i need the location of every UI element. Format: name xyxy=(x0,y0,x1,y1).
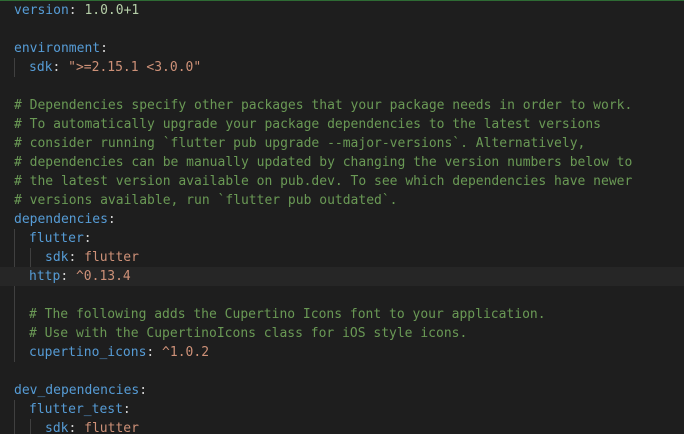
yaml-comment: # consider running `flutter pub upgrade … xyxy=(14,136,586,151)
yaml-comment: # dependencies can be manually updated b… xyxy=(14,155,633,170)
code-line[interactable]: # versions available, run `flutter pub o… xyxy=(0,191,684,210)
code-line[interactable]: version: 1.0.0+1 xyxy=(0,1,684,20)
yaml-key: sdk xyxy=(29,60,53,75)
yaml-comment: # Dependencies specify other packages th… xyxy=(14,98,633,113)
code-line[interactable]: flutter_test: xyxy=(0,400,684,419)
yaml-comment: # The following adds the Cupertino Icons… xyxy=(29,307,546,322)
yaml-comment: # versions available, run `flutter pub o… xyxy=(14,193,398,208)
yaml-key: version xyxy=(14,3,69,18)
code-line[interactable]: sdk: flutter xyxy=(0,419,684,434)
code-line[interactable]: sdk: flutter xyxy=(0,248,684,267)
yaml-colon: : xyxy=(107,212,116,227)
code-line[interactable]: # the latest version available on pub.de… xyxy=(0,172,684,191)
code-line[interactable]: # To automatically upgrade your package … xyxy=(0,115,684,134)
yaml-colon: : xyxy=(60,269,69,284)
code-line[interactable]: flutter: xyxy=(0,229,684,248)
yaml-key: http xyxy=(29,269,61,284)
code-line[interactable]: # consider running `flutter pub upgrade … xyxy=(0,134,684,153)
yaml-key: dev_dependencies xyxy=(14,383,140,398)
yaml-value: ^0.13.4 xyxy=(68,269,131,284)
yaml-key: flutter xyxy=(29,231,84,246)
yaml-key: cupertino_icons xyxy=(29,345,147,360)
code-line-current[interactable]: http: ^0.13.4 xyxy=(0,267,684,286)
code-line[interactable]: # The following adds the Cupertino Icons… xyxy=(0,305,684,324)
yaml-colon: : xyxy=(139,383,148,398)
yaml-value: flutter xyxy=(76,250,139,265)
code-line[interactable]: environment: xyxy=(0,39,684,58)
code-line[interactable]: # Use with the CupertinoIcons class for … xyxy=(0,324,684,343)
yaml-key: sdk xyxy=(45,250,69,265)
code-editor[interactable]: version: 1.0.0+1 environment: sdk: ">=2.… xyxy=(0,0,684,434)
yaml-comment: # the latest version available on pub.de… xyxy=(14,174,633,189)
code-line[interactable]: cupertino_icons: ^1.0.2 xyxy=(0,343,684,362)
code-line[interactable]: dependencies: xyxy=(0,210,684,229)
yaml-value: 1.0.0+1 xyxy=(76,3,140,18)
yaml-value: ">=2.15.1 <3.0.0" xyxy=(60,60,202,75)
yaml-key: sdk xyxy=(45,421,69,434)
code-line[interactable]: # dependencies can be manually updated b… xyxy=(0,153,684,172)
yaml-colon: : xyxy=(68,3,77,18)
yaml-colon: : xyxy=(122,402,131,417)
code-line[interactable]: # Dependencies specify other packages th… xyxy=(0,96,684,115)
code-line[interactable]: dev_dependencies: xyxy=(0,381,684,400)
yaml-colon: : xyxy=(83,231,92,246)
yaml-key: dependencies xyxy=(14,212,108,227)
code-line[interactable]: sdk: ">=2.15.1 <3.0.0" xyxy=(0,58,684,77)
yaml-comment: # Use with the CupertinoIcons class for … xyxy=(29,326,468,341)
yaml-key: flutter_test xyxy=(29,402,123,417)
yaml-key: environment xyxy=(14,41,101,56)
yaml-value: ^1.0.2 xyxy=(154,345,210,360)
yaml-colon: : xyxy=(100,41,108,56)
yaml-comment: # To automatically upgrade your package … xyxy=(14,117,601,132)
yaml-value: flutter xyxy=(76,421,139,434)
